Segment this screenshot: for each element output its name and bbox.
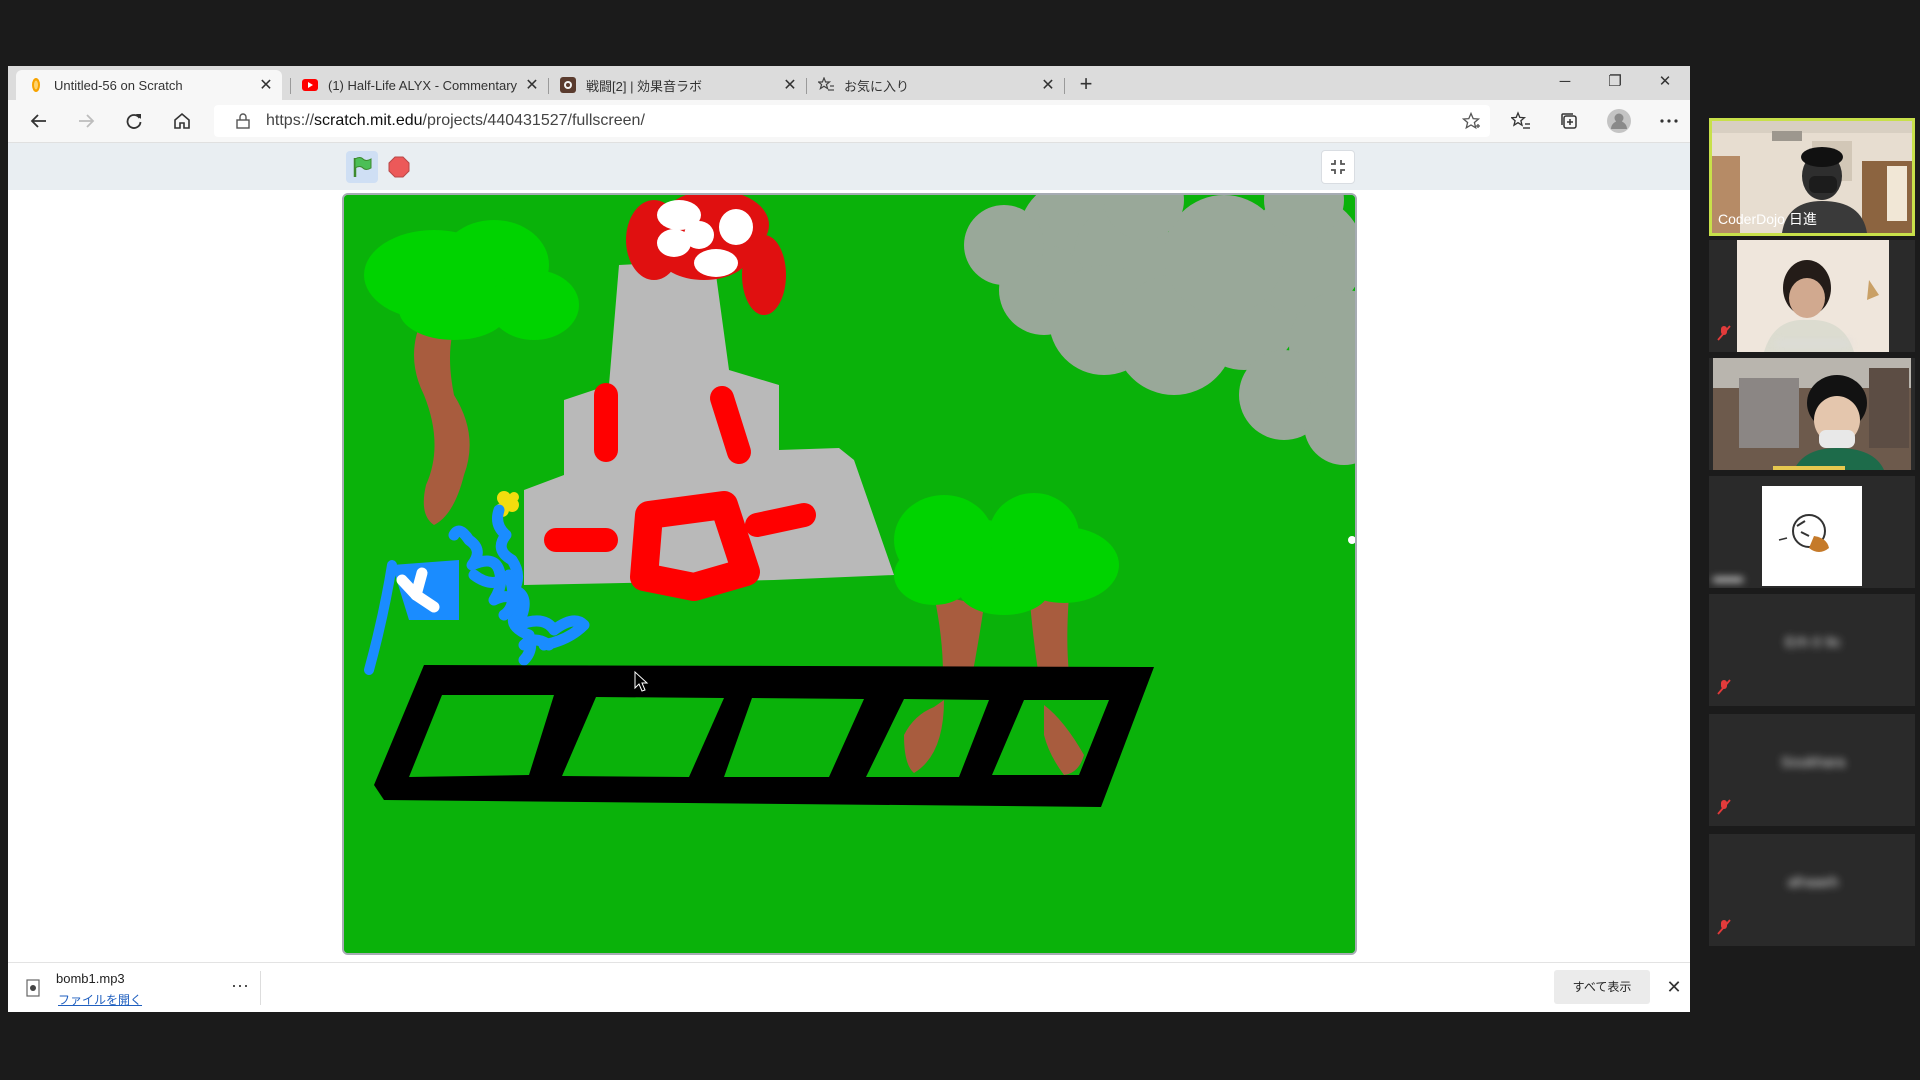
favorite-star-icon[interactable] (1461, 111, 1481, 135)
collections-icon[interactable] (1554, 106, 1584, 136)
restore-icon[interactable]: ❐ (1590, 66, 1640, 100)
muted-mic-icon (1717, 325, 1731, 346)
soundlab-icon (560, 77, 576, 93)
tab-bar: Untitled-56 on Scratch ✕ (1) Half-Life A… (8, 66, 1690, 100)
close-downloads-icon[interactable]: ✕ (1660, 973, 1688, 1001)
exit-fullscreen-icon[interactable] (1321, 150, 1355, 184)
tab-close-icon[interactable]: ✕ (522, 75, 542, 95)
browser-toolbar: https://scratch.mit.edu/projects/4404315… (8, 100, 1690, 143)
muted-mic-icon (1717, 679, 1731, 700)
url-text: https://scratch.mit.edu/projects/4404315… (266, 112, 645, 129)
tab-youtube[interactable]: (1) Half-Life ALYX - Commentary ✕ (290, 70, 548, 100)
tab-scratch[interactable]: Untitled-56 on Scratch ✕ (16, 70, 282, 100)
download-filename: bomb1.mp3 (56, 971, 125, 986)
participant-tile-active[interactable]: CoderDojo 日進 (1709, 118, 1915, 236)
scratch-controls-bar (8, 143, 1690, 190)
participant-name-blurred: Erh 0 9c (1785, 634, 1841, 651)
muted-mic-icon (1717, 919, 1731, 940)
participant-name-blurred: ▬▬▬▬▬ (1775, 333, 1851, 350)
refresh-icon[interactable] (119, 106, 149, 136)
youtube-icon (302, 77, 318, 93)
participant-tile[interactable]: ▬▬ (1709, 476, 1915, 588)
scratch-icon (28, 77, 44, 93)
lock-icon (236, 113, 250, 134)
participant-video (1709, 358, 1915, 470)
participant-name: CoderDojo 日進 (1718, 211, 1817, 227)
tab-label: (1) Half-Life ALYX - Commentary (328, 77, 518, 93)
participant-tile[interactable]: afraaeh (1709, 834, 1915, 946)
tab-label: お気に入り (844, 78, 910, 94)
stop-icon[interactable] (387, 155, 411, 179)
file-icon (26, 979, 40, 997)
tab-label: 戦闘[2] | 効果音ラボ (586, 78, 703, 94)
back-icon[interactable] (24, 106, 54, 136)
participant-tile[interactable]: Soukhara (1709, 714, 1915, 826)
tab-close-icon[interactable]: ✕ (780, 75, 800, 95)
minimize-icon[interactable]: ─ (1540, 66, 1590, 100)
home-icon[interactable] (167, 106, 197, 136)
more-menu-icon[interactable] (1654, 106, 1684, 136)
tab-label: Untitled-56 on Scratch (54, 77, 183, 93)
black-road (374, 665, 1154, 807)
download-more-icon[interactable]: ··· (226, 973, 254, 1001)
open-file-link[interactable]: ファイルを開く (58, 991, 142, 1008)
participant-name-blurred: afraaeh (1787, 874, 1839, 891)
profile-avatar-icon[interactable] (1604, 106, 1634, 136)
participant-tile[interactable] (1709, 358, 1915, 470)
scratch-page (8, 143, 1690, 962)
new-tab-icon[interactable]: + (1072, 71, 1100, 97)
tab-close-icon[interactable]: ✕ (256, 75, 276, 95)
participant-tile[interactable]: Erh 0 9c (1709, 594, 1915, 706)
tab-favorites[interactable]: お気に入り ✕ (806, 70, 1064, 100)
tab-soundlab[interactable]: 戦闘[2] | 効果音ラボ ✕ (548, 70, 806, 100)
tab-divider (1064, 78, 1065, 94)
divider (260, 971, 261, 1005)
show-all-button[interactable]: すべて表示 (1554, 970, 1650, 1004)
participant-name-blurred: Soukhara (1780, 754, 1846, 771)
address-bar[interactable]: https://scratch.mit.edu/projects/4404315… (214, 105, 1490, 137)
favorites-bar-icon[interactable] (1506, 106, 1536, 136)
participant-tile[interactable]: ▬▬▬▬▬ (1709, 240, 1915, 352)
stage-drawing (344, 195, 1355, 953)
scratch-stage[interactable] (342, 193, 1357, 955)
browser-window: Untitled-56 on Scratch ✕ (1) Half-Life A… (8, 66, 1690, 1012)
forward-icon[interactable] (71, 106, 101, 136)
participant-name-blurred: ▬▬ (1713, 569, 1743, 586)
tab-close-icon[interactable]: ✕ (1038, 75, 1058, 95)
downloads-bar: bomb1.mp3 ファイルを開く ··· すべて表示 ✕ (8, 962, 1690, 1012)
muted-mic-icon (1717, 799, 1731, 820)
close-window-icon[interactable]: ✕ (1640, 66, 1690, 100)
favorites-icon (818, 77, 834, 93)
green-flag-icon[interactable] (346, 151, 378, 183)
